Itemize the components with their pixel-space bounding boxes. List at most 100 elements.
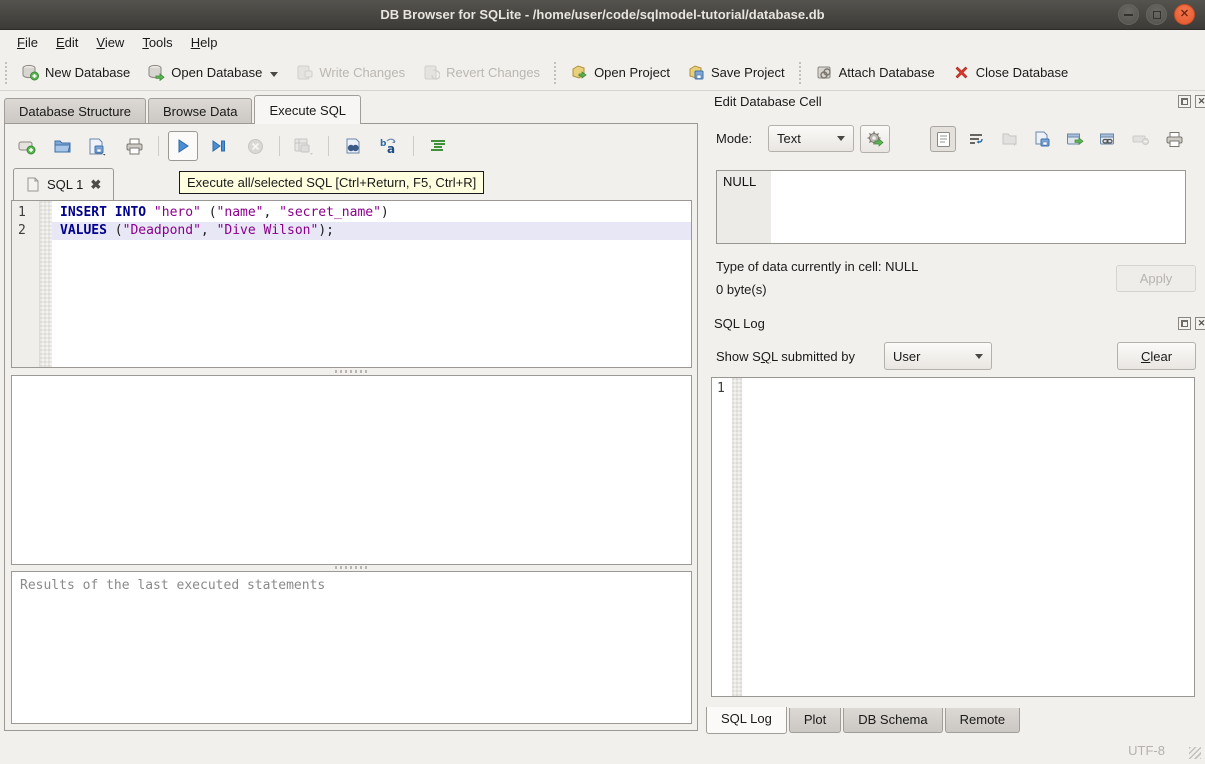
open-database-button[interactable]: Open Database [139, 59, 287, 86]
import-file-button[interactable] [996, 126, 1022, 152]
open-external-button[interactable] [1062, 126, 1088, 152]
results-message-pane[interactable]: Results of the last executed statements [11, 571, 692, 724]
link-button[interactable] [1095, 126, 1121, 152]
line-number: 1 [18, 204, 39, 222]
close-dock-button[interactable]: ✕ [1195, 95, 1205, 108]
auto-apply-button[interactable] [860, 125, 890, 153]
apply-button[interactable]: Apply [1116, 265, 1196, 292]
sql-editor[interactable]: 12 INSERT INTO "hero" ("name", "secret_n… [11, 200, 692, 368]
toolbar-drag-handle[interactable] [4, 62, 9, 84]
float-dock-button[interactable] [1178, 317, 1191, 330]
results-placeholder: Results of the last executed statements [20, 578, 325, 593]
find-icon [343, 137, 363, 155]
tab-remote[interactable]: Remote [945, 708, 1021, 733]
new-database-button[interactable]: New Database [13, 59, 139, 86]
clear-button-label: Clear [1141, 349, 1172, 364]
code-token: "secret_name" [279, 205, 381, 220]
save-sql-file-button[interactable] [83, 131, 113, 161]
revert-changes-icon [423, 64, 440, 81]
menubar: File Edit View Tools Help [0, 30, 1205, 55]
separator [328, 136, 329, 156]
attach-database-button[interactable]: Attach Database [807, 59, 944, 86]
new-sql-tab-button[interactable] [11, 131, 41, 161]
sql-doc-tab[interactable]: SQL 1 ✖ [13, 168, 114, 200]
fold-margin [40, 201, 52, 367]
sql-gutter-numbers: 12 [12, 201, 40, 367]
replace-button[interactable]: ba [374, 131, 404, 161]
execute-line-button[interactable] [204, 131, 234, 161]
code-token: VALUES [60, 223, 107, 238]
resize-grip-icon[interactable] [1189, 747, 1201, 759]
write-changes-label: Write Changes [319, 65, 405, 80]
minimize-button[interactable] [1118, 4, 1139, 25]
tab-database-structure[interactable]: Database Structure [4, 98, 146, 124]
toolbar-drag-handle[interactable] [798, 62, 803, 84]
tab-sql-log[interactable]: SQL Log [706, 707, 787, 734]
float-dock-button[interactable] [1178, 95, 1191, 108]
toolbar-drag-handle[interactable] [553, 62, 558, 84]
chevron-down-icon [837, 136, 845, 141]
open-sql-file-button[interactable] [47, 131, 77, 161]
open-project-button[interactable]: Open Project [562, 59, 679, 86]
code-line: INSERT INTO "hero" ("name", "secret_name… [52, 204, 691, 222]
save-project-button[interactable]: Save Project [679, 59, 794, 86]
results-grid-pane[interactable] [11, 375, 692, 565]
cell-type-info: Type of data currently in cell: NULL [716, 259, 918, 274]
close-sql-tab-icon[interactable]: ✖ [90, 177, 101, 193]
write-changes-icon [296, 64, 313, 81]
execute-all-button[interactable] [168, 131, 198, 161]
menu-help[interactable]: Help [182, 32, 227, 53]
tab-browse-data[interactable]: Browse Data [148, 98, 252, 124]
cell-value-editor[interactable]: NULL [716, 170, 1186, 244]
execute-sql-panel: ba SQL 1 ✖ Execute all/selected SQL [Ctr… [4, 123, 698, 731]
maximize-button[interactable] [1146, 4, 1167, 25]
main-toolbar: New Database Open Database Write Changes… [0, 55, 1205, 91]
stop-button[interactable] [240, 131, 270, 161]
save-results-button[interactable] [289, 131, 319, 161]
text-mode-button[interactable] [930, 126, 956, 152]
edit-cell-title: Edit Database Cell [714, 94, 822, 109]
maximize-icon [1153, 11, 1161, 19]
revert-changes-button[interactable]: Revert Changes [414, 59, 549, 86]
print-cell-button[interactable] [1161, 126, 1187, 152]
mode-combobox[interactable]: Text [768, 125, 854, 152]
editor-results-splitter[interactable] [11, 369, 692, 374]
statusbar: UTF-8 [0, 735, 1205, 764]
close-dock-button[interactable]: ✕ [1195, 317, 1205, 330]
open-project-icon [571, 64, 588, 81]
tab-execute-sql[interactable]: Execute SQL [254, 95, 361, 124]
find-button[interactable] [338, 131, 368, 161]
tab-db-schema[interactable]: DB Schema [843, 708, 942, 733]
menu-tools[interactable]: Tools [133, 32, 181, 53]
sql-doc-tab-label: SQL 1 [47, 177, 83, 192]
menu-view[interactable]: View [87, 32, 133, 53]
sql-doc-tab-bar: SQL 1 ✖ [13, 168, 114, 200]
format-sql-button[interactable] [423, 131, 453, 161]
sql-log-filter-label: Show SQL submitted by [716, 349, 855, 364]
execute-all-icon [175, 138, 191, 154]
results-message-splitter[interactable] [11, 565, 692, 570]
sql-log-view[interactable]: 1 [711, 377, 1195, 697]
export-file-button[interactable] [1029, 126, 1055, 152]
close-database-button[interactable]: Close Database [944, 59, 1078, 86]
stop-icon [247, 138, 264, 155]
close-button[interactable]: ✕ [1174, 4, 1195, 25]
menu-file[interactable]: File [8, 32, 47, 53]
print-sql-button[interactable] [119, 131, 149, 161]
encoding-indicator: UTF-8 [1128, 743, 1165, 758]
code-token: ) [381, 205, 389, 220]
filter-label-prefix: Show S [716, 349, 761, 364]
clear-button[interactable]: Clear [1117, 342, 1196, 370]
submitted-by-combobox[interactable]: User [884, 342, 992, 370]
set-null-button[interactable] [1128, 126, 1154, 152]
mode-label: Mode: [716, 131, 752, 146]
menu-edit[interactable]: Edit [47, 32, 87, 53]
word-wrap-button[interactable] [963, 126, 989, 152]
open-database-label: Open Database [171, 65, 262, 80]
bottom-tab-bar: SQL Log Plot DB Schema Remote [706, 708, 1022, 735]
tab-plot[interactable]: Plot [789, 708, 841, 733]
cell-size-info: 0 byte(s) [716, 282, 767, 297]
sql-code-lines[interactable]: INSERT INTO "hero" ("name", "secret_name… [52, 201, 691, 367]
write-changes-button[interactable]: Write Changes [287, 59, 414, 86]
open-database-dropdown-icon[interactable] [270, 72, 278, 77]
